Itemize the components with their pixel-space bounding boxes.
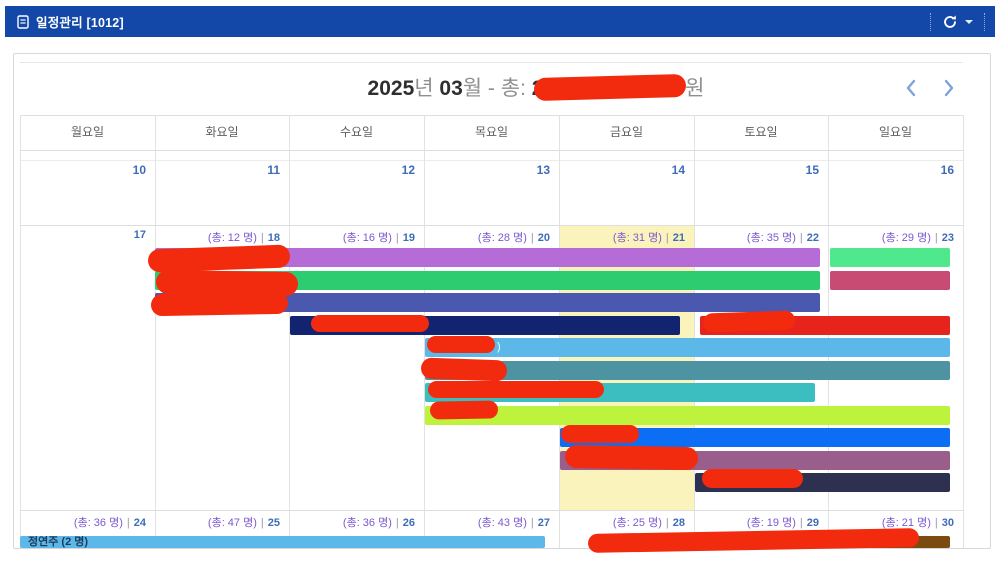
- redaction-scribble: [534, 74, 687, 101]
- day-cell[interactable]: (총: 43 명)|27: [424, 514, 550, 532]
- redaction-scribble: [427, 336, 495, 353]
- event-label: 정연주 (2 명): [20, 536, 88, 548]
- app-title: 일정관리 [1012]: [36, 12, 124, 31]
- dayheader-thu: 목요일: [424, 115, 559, 150]
- dayheader-mon: 월요일: [20, 115, 155, 150]
- card-divider: [20, 62, 963, 63]
- day-cell[interactable]: (총: 35 명)|22: [694, 229, 819, 247]
- dayheader-wed: 수요일: [289, 115, 424, 150]
- redaction-scribble: [428, 381, 604, 398]
- day-cell[interactable]: (총: 29 명)|23: [828, 229, 954, 247]
- day-cell[interactable]: 12: [289, 163, 415, 181]
- redaction-scribble: [565, 445, 698, 470]
- caret-down-icon: [965, 20, 973, 24]
- redaction-scribble: [430, 400, 498, 419]
- event-bar[interactable]: ): [425, 338, 950, 357]
- separator: [984, 13, 985, 31]
- day-cell[interactable]: (총: 36 명)|26: [289, 514, 415, 532]
- dayheader-fri: 금요일: [559, 115, 694, 150]
- day-cell[interactable]: (총: 28 명)|20: [424, 229, 550, 247]
- next-month-button[interactable]: [936, 76, 962, 102]
- redaction-scribble: [311, 315, 429, 332]
- event-label-fragment: ): [497, 338, 501, 357]
- day-cell[interactable]: (총: 16 명)|19: [289, 229, 415, 247]
- separator: [930, 13, 931, 31]
- grid-line: [963, 115, 964, 548]
- grid-line: [20, 160, 963, 161]
- day-cell[interactable]: 13: [424, 163, 550, 181]
- dayheader-sun: 일요일: [828, 115, 963, 150]
- dayheader-sat: 토요일: [694, 115, 828, 150]
- document-icon: [17, 15, 29, 29]
- event-bar[interactable]: [425, 406, 950, 425]
- grid-line: [20, 510, 963, 511]
- app-header-actions: [930, 13, 995, 31]
- page: 일정관리 [1012] 2025년 03월 - 총: 20원: [0, 0, 1000, 565]
- day-cell[interactable]: (총: 12 명)|18: [155, 229, 280, 247]
- grid-line: [20, 225, 963, 226]
- refresh-button[interactable]: [942, 14, 973, 30]
- day-cell[interactable]: (총: 36 명)|24: [20, 514, 146, 532]
- day-cell[interactable]: (총: 47 명)|25: [155, 514, 280, 532]
- redaction-scribble: [703, 310, 796, 332]
- day-cell[interactable]: 10: [20, 163, 146, 181]
- prev-month-button[interactable]: [898, 76, 924, 102]
- dayheader-tue: 화요일: [155, 115, 289, 150]
- day-cell[interactable]: 11: [155, 163, 280, 181]
- event-bar[interactable]: 정연주 (2 명): [20, 536, 545, 548]
- day-cell[interactable]: 14: [559, 163, 685, 181]
- event-bar[interactable]: [830, 248, 950, 267]
- app-header-left: 일정관리 [1012]: [5, 12, 124, 31]
- day-cell[interactable]: 17: [20, 229, 146, 247]
- app-header: 일정관리 [1012]: [5, 6, 995, 37]
- redaction-scribble: [702, 469, 803, 488]
- day-cell[interactable]: 15: [694, 163, 819, 181]
- title-year: 2025: [368, 77, 415, 100]
- title-month: 03: [439, 77, 462, 100]
- day-cell-highlighted[interactable]: (총: 31 명)|21: [559, 229, 685, 247]
- refresh-icon: [942, 14, 958, 30]
- event-bar[interactable]: [830, 271, 950, 290]
- redaction-scribble: [421, 358, 508, 382]
- day-cell[interactable]: (총: 25 명)|28: [559, 514, 685, 532]
- grid-line: [20, 150, 963, 151]
- redaction-scribble: [151, 292, 288, 316]
- redaction-scribble: [561, 425, 639, 443]
- day-cell[interactable]: 16: [828, 163, 954, 181]
